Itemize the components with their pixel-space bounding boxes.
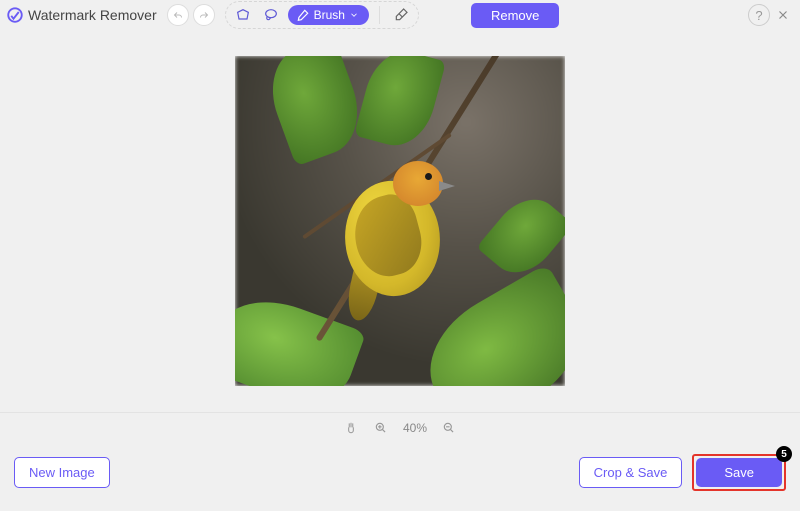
remove-button[interactable]: Remove [471, 3, 559, 28]
lasso-select-icon[interactable] [260, 4, 282, 26]
new-image-button[interactable]: New Image [14, 457, 110, 488]
zoom-out-icon[interactable] [441, 420, 457, 436]
save-button[interactable]: Save [696, 458, 782, 487]
undo-button[interactable] [167, 4, 189, 26]
brush-tool-button[interactable]: Brush [288, 5, 369, 25]
redo-button[interactable] [193, 4, 215, 26]
close-icon[interactable] [772, 4, 794, 26]
eraser-icon[interactable] [390, 4, 412, 26]
crop-and-save-button[interactable]: Crop & Save [579, 457, 683, 488]
chevron-down-icon [349, 10, 359, 20]
header-toolbar: Watermark Remover Brush Remove ? [0, 0, 800, 30]
app-logo-icon [6, 6, 24, 24]
zoom-toolbar: 40% [0, 412, 800, 442]
step-badge: 5 [776, 446, 792, 462]
divider [379, 6, 380, 24]
help-icon[interactable]: ? [748, 4, 770, 26]
zoom-level: 40% [403, 421, 427, 435]
image-canvas[interactable] [0, 30, 800, 412]
polygon-select-icon[interactable] [232, 4, 254, 26]
save-highlight: Save 5 [692, 454, 786, 491]
zoom-in-icon[interactable] [373, 420, 389, 436]
pan-icon[interactable] [343, 420, 359, 436]
selection-tool-group: Brush [225, 1, 419, 29]
app-title: Watermark Remover [28, 7, 157, 23]
brush-label: Brush [314, 8, 345, 22]
edited-image [235, 56, 565, 386]
footer-bar: New Image Crop & Save Save 5 [0, 442, 800, 509]
